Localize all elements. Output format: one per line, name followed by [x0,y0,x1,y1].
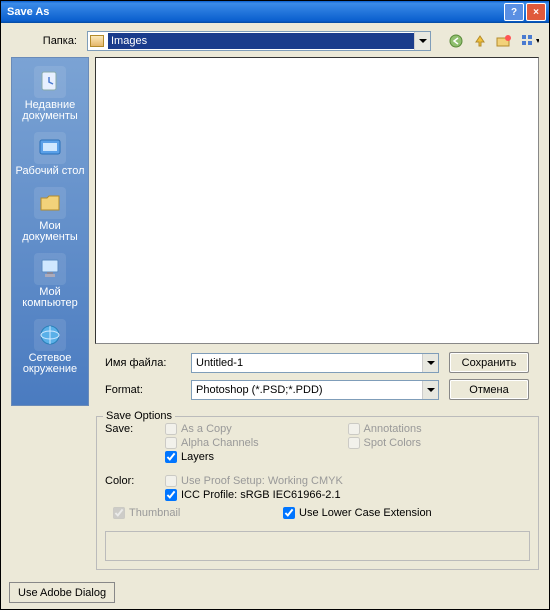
save-button[interactable]: Сохранить [449,352,529,373]
filename-dropdown[interactable] [191,353,439,373]
place-recent[interactable]: Недавние документы [14,62,86,126]
my-computer-icon [34,253,66,285]
layers-checkbox[interactable]: Layers [165,451,348,463]
place-desktop[interactable]: Рабочий стол [14,128,86,181]
lowercase-ext-checkbox[interactable]: Use Lower Case Extension [283,507,432,519]
path-row: Папка: [1,23,549,57]
use-adobe-dialog-button[interactable]: Use Adobe Dialog [9,582,115,603]
close-button[interactable]: × [526,3,546,21]
view-menu-icon[interactable] [521,32,539,50]
places-bar: Недавние документы Рабочий стол Мои доку… [11,57,89,406]
filename-label: Имя файла: [105,357,191,369]
my-documents-icon [34,187,66,219]
place-mycomputer[interactable]: Мой компьютер [14,249,86,313]
preview-box [105,531,530,561]
alpha-channels-checkbox: Alpha Channels [165,437,348,449]
window-title: Save As [7,6,49,18]
path-dropdown[interactable] [87,31,431,51]
format-input[interactable] [192,381,422,399]
help-button[interactable]: ? [504,3,524,21]
save-section-label: Save: [105,423,165,465]
save-options-group: Save Options Save: As a Copy Alpha Chann… [96,416,539,570]
chevron-down-icon[interactable] [414,32,430,50]
color-section-label: Color: [105,475,165,503]
icc-profile-checkbox[interactable]: ICC Profile: sRGB IEC61966-2.1 [165,489,530,501]
place-network[interactable]: Сетевое окружение [14,315,86,379]
back-icon[interactable] [447,32,465,50]
thumbnail-checkbox: Thumbnail [113,507,283,519]
proof-setup-checkbox: Use Proof Setup: Working CMYK [165,475,530,487]
cancel-button[interactable]: Отмена [449,379,529,400]
recent-docs-icon [34,66,66,98]
path-input[interactable] [108,33,414,49]
network-icon [34,319,66,351]
format-label: Format: [105,384,191,396]
as-copy-checkbox: As a Copy [165,423,348,435]
folder-icon [90,35,104,47]
titlebar: Save As ? × [1,1,549,23]
path-label: Папка: [11,35,81,47]
spot-colors-checkbox: Spot Colors [348,437,531,449]
chevron-down-icon[interactable] [422,381,438,399]
file-list[interactable] [95,57,539,344]
desktop-icon [34,132,66,164]
format-dropdown[interactable] [191,380,439,400]
filename-input[interactable] [192,354,422,372]
new-folder-icon[interactable] [495,32,513,50]
annotations-checkbox: Annotations [348,423,531,435]
save-options-legend: Save Options [103,410,175,422]
place-mydocs[interactable]: Мои документы [14,183,86,247]
chevron-down-icon[interactable] [422,354,438,372]
up-icon[interactable] [471,32,489,50]
